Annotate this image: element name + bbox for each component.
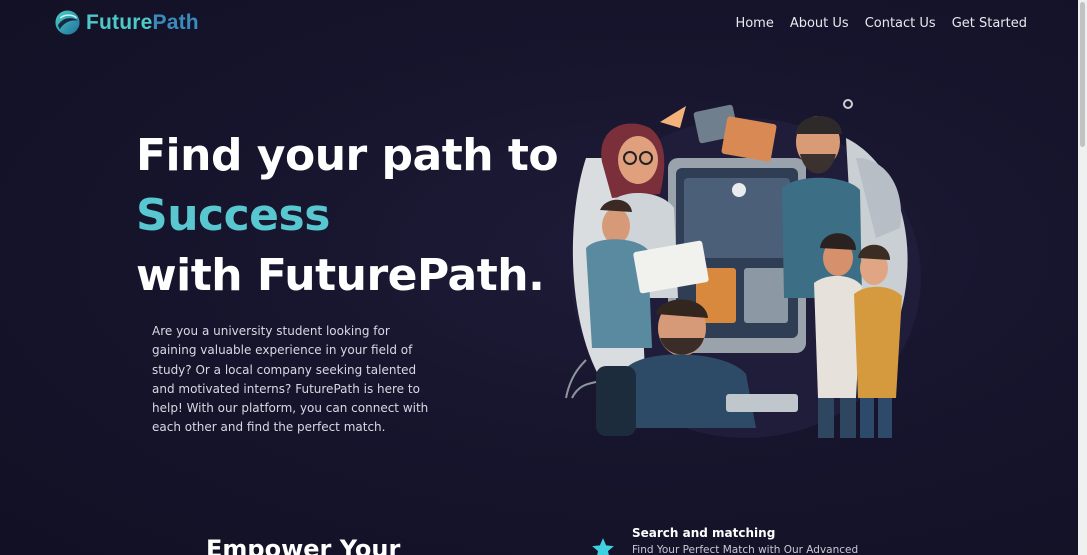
swirl-globe-icon [55, 10, 80, 35]
landing-page: FuturePath Home About Us Contact Us Get … [0, 0, 1087, 555]
brand-name-first: Future [86, 10, 153, 34]
brand-name-second: Path [152, 10, 199, 34]
scrollbar-thumb[interactable] [1080, 2, 1085, 147]
brand-logo[interactable]: FuturePath [54, 9, 199, 36]
section-heading: Empower Your [206, 535, 401, 555]
nav-home[interactable]: Home [735, 16, 773, 31]
feature-search-matching: Search and matching Find Your Perfect Ma… [590, 526, 858, 555]
hero-title-line3: with FuturePath. [136, 250, 545, 301]
feature-subtitle: Find Your Perfect Match with Our Advance… [632, 544, 859, 555]
hero-title-accent: Success [136, 190, 330, 241]
nav-get-started[interactable]: Get Started [952, 16, 1027, 31]
hero-description: Are you a university student looking for… [152, 324, 429, 435]
feature-text: Search and matching Find Your Perfect Ma… [632, 526, 858, 555]
nav-about-us[interactable]: About Us [790, 16, 849, 31]
feature-title: Search and matching [632, 526, 776, 540]
main-nav: Home About Us Contact Us Get Started [735, 16, 1027, 31]
hero-title: Find your path to Success with FuturePat… [136, 126, 559, 306]
star-icon [592, 538, 614, 555]
brand-name: FuturePath [86, 11, 199, 35]
hero-title-line1: Find your path to [136, 130, 559, 181]
hero-illustration [565, 99, 921, 438]
nav-contact-us[interactable]: Contact Us [865, 16, 936, 31]
page-scrollbar[interactable] [1078, 0, 1087, 555]
